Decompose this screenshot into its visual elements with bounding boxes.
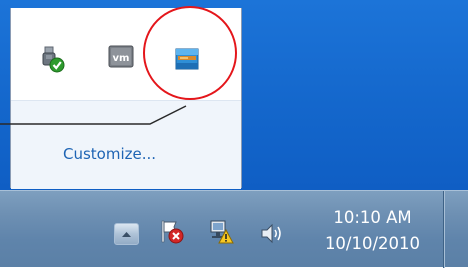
network-warning-icon[interactable] [209, 219, 235, 245]
flyout-footer: Customize... [11, 100, 241, 189]
show-desktop-separator-highlight [444, 191, 445, 268]
vmware-icon[interactable]: vm [108, 43, 136, 71]
clock-date: 10/10/2010 [324, 234, 421, 253]
customize-link[interactable]: Customize... [63, 145, 156, 163]
taskbar: 10:10 AM 10/10/2010 [0, 190, 468, 268]
volume-icon[interactable] [259, 221, 285, 247]
chevron-up-icon [122, 232, 131, 237]
action-center-flag-icon[interactable] [159, 219, 185, 245]
callout-circle [143, 6, 237, 100]
taskbar-clock[interactable]: 10:10 AM 10/10/2010 [310, 205, 435, 257]
svg-text:vm: vm [113, 53, 130, 64]
usb-device-ok-icon[interactable] [38, 45, 66, 73]
clock-time: 10:10 AM [333, 208, 412, 227]
show-hidden-icons-button[interactable] [114, 223, 139, 245]
